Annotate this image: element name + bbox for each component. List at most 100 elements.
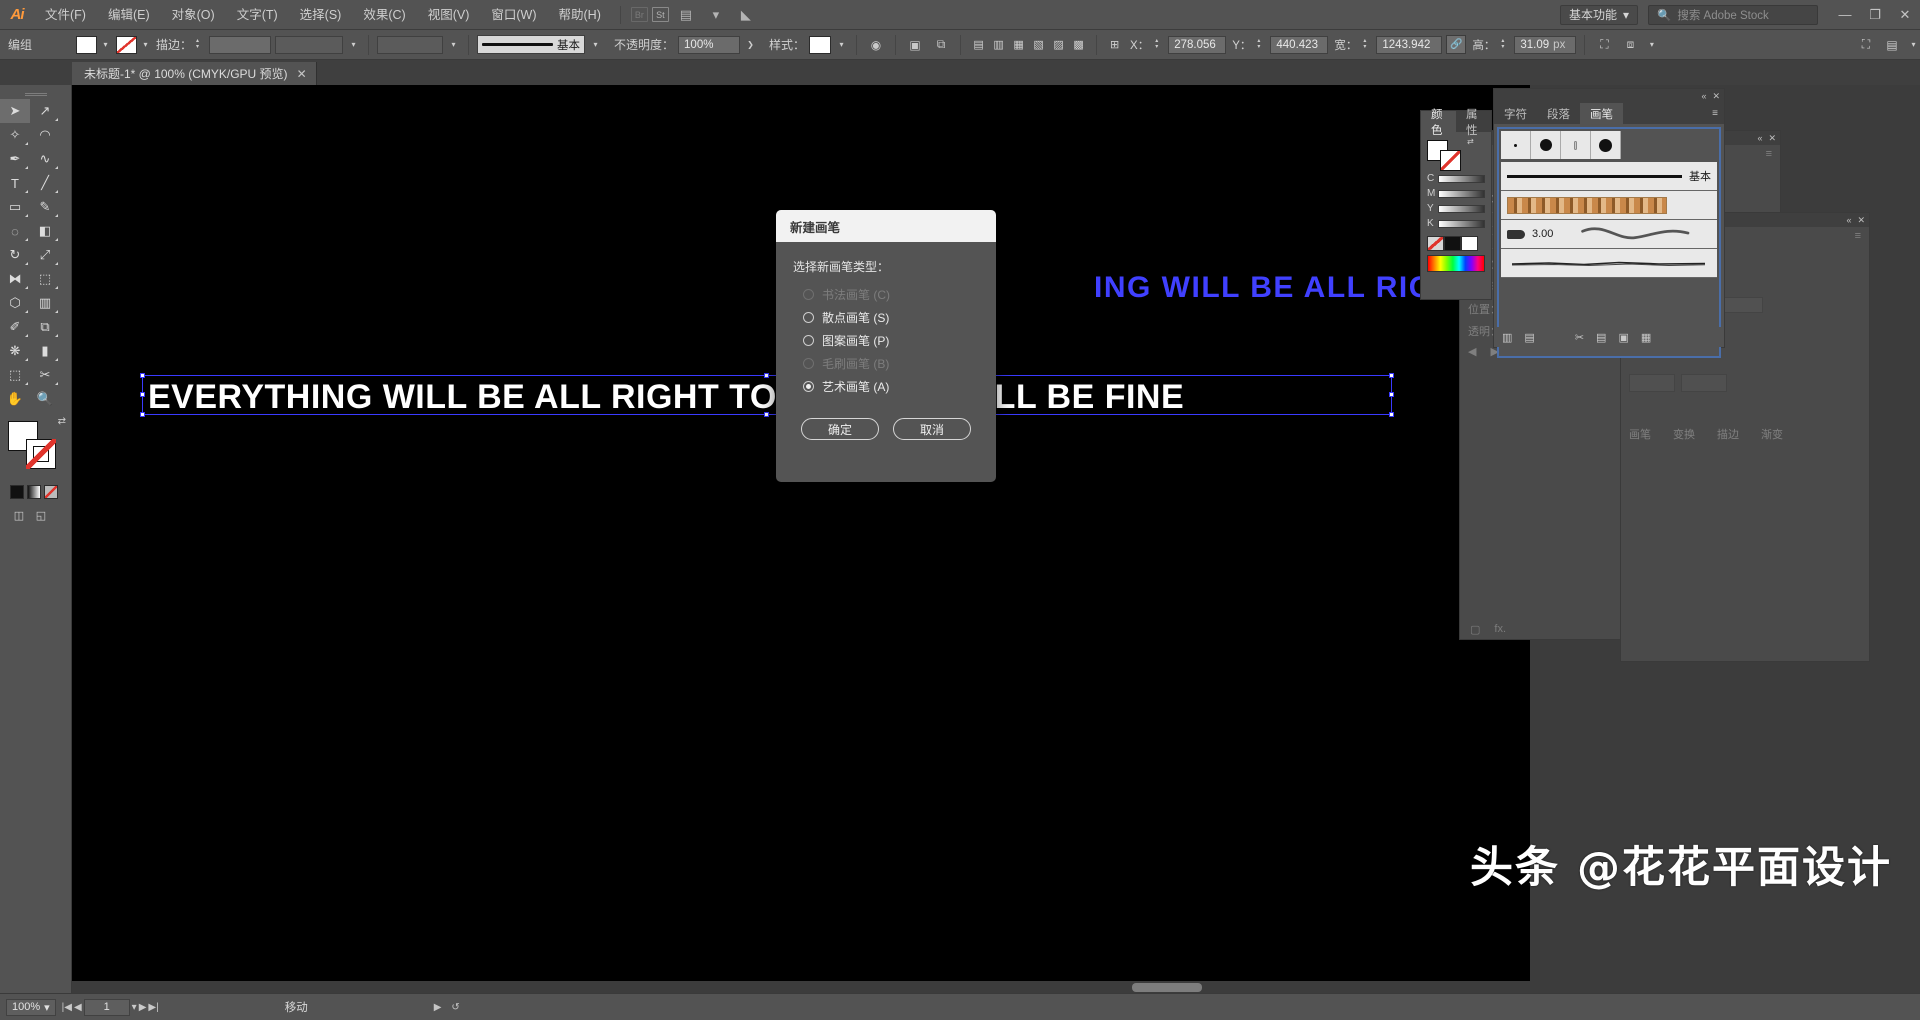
cancel-button[interactable]: 取消: [893, 418, 971, 440]
none-swatch-icon[interactable]: [44, 485, 58, 499]
brush-libraries-icon[interactable]: ▥: [1502, 331, 1512, 344]
brush-item-pattern[interactable]: [1501, 191, 1717, 220]
chevron-down-icon[interactable]: ▾: [99, 36, 112, 54]
tools-panel-grip[interactable]: [0, 89, 71, 99]
menu-select[interactable]: 选择(S): [289, 0, 353, 30]
menu-type[interactable]: 文字(T): [226, 0, 289, 30]
current-tool-status[interactable]: 移动: [285, 999, 308, 1015]
stroke-profile-select[interactable]: [275, 35, 344, 54]
chevron-down-icon[interactable]: ▾: [447, 36, 460, 54]
radio-row-art-brush[interactable]: 艺术画笔 (A): [776, 375, 996, 398]
selection-handle[interactable]: [1389, 412, 1394, 417]
radio-pattern-brush[interactable]: [803, 335, 814, 346]
none-color-icon[interactable]: [1427, 236, 1444, 251]
minimize-button[interactable]: —: [1830, 0, 1860, 30]
close-icon[interactable]: ✕: [1768, 133, 1776, 144]
align-top-icon[interactable]: ▧: [1029, 35, 1048, 54]
width-stepper[interactable]: ▴ ▾: [1363, 38, 1372, 50]
fill-swatch[interactable]: [76, 35, 97, 54]
cyan-slider[interactable]: [1438, 174, 1485, 183]
artboard-number-input[interactable]: 1: [83, 998, 130, 1016]
reference-point-icon[interactable]: ⊞: [1105, 35, 1124, 54]
brush-item-basic[interactable]: 基本: [1501, 162, 1717, 191]
brush-item-bristle[interactable]: [1501, 249, 1717, 278]
color-spectrum-bar[interactable]: [1427, 255, 1485, 272]
width-input[interactable]: 1243.942: [1376, 35, 1443, 54]
chevron-down-icon[interactable]: ▾: [1645, 36, 1658, 54]
align-bottom-icon[interactable]: ▩: [1069, 35, 1088, 54]
chevron-down-icon[interactable]: ▾: [132, 1002, 137, 1013]
radio-row-scatter-brush[interactable]: 散点画笔 (S): [776, 306, 996, 329]
shaper-tool[interactable]: ◌: [0, 219, 30, 243]
loop-icon[interactable]: ↺: [451, 1002, 459, 1013]
artboard-tool[interactable]: ⬚: [0, 363, 30, 387]
fx-icon[interactable]: fx.: [1494, 623, 1506, 635]
panel-toggle-icon[interactable]: ▤: [1881, 35, 1903, 55]
align-controls[interactable]: ▤ ▥ ▦ ▧ ▨ ▩: [969, 35, 1088, 54]
curvature-tool[interactable]: ∿: [30, 147, 60, 171]
quick-actions-icon[interactable]: ◣: [733, 4, 759, 26]
eraser-tool[interactable]: ◧: [30, 219, 60, 243]
selection-handle[interactable]: [140, 412, 145, 417]
panel-menu-icon[interactable]: ≡: [1766, 148, 1772, 160]
tab-brushes[interactable]: 画笔: [1580, 103, 1623, 124]
stroke-weight-stepper[interactable]: ▴ ▾: [196, 38, 205, 50]
brush-definition-select[interactable]: 基本: [477, 35, 586, 54]
free-transform-tool[interactable]: ⬚: [30, 267, 60, 291]
paintbrush-tool[interactable]: ✎: [30, 195, 60, 219]
constrain-proportions-icon[interactable]: 🔗: [1446, 35, 1467, 54]
collapse-icon[interactable]: «: [1846, 215, 1851, 225]
menu-effect[interactable]: 效果(C): [352, 0, 416, 30]
shape-builder-tool[interactable]: ⬡: [0, 291, 30, 315]
swap-colors-icon[interactable]: ⇄: [1467, 137, 1474, 146]
selection-handle[interactable]: [140, 373, 145, 378]
collapse-icon[interactable]: «: [1757, 133, 1762, 143]
radio-scatter-brush[interactable]: [803, 312, 814, 323]
black-slider[interactable]: [1438, 219, 1485, 228]
close-icon[interactable]: ✕: [1857, 215, 1865, 226]
close-icon[interactable]: ✕: [1712, 91, 1720, 102]
stroke-swatch[interactable]: [116, 35, 137, 54]
align-panel-icon[interactable]: ⧈: [1619, 35, 1641, 55]
new-layer-icon[interactable]: ▢: [1470, 623, 1480, 636]
color-panel[interactable]: 颜色 属性 ⇄ C M Y K: [1420, 109, 1492, 300]
next-artboard-button[interactable]: ▶: [139, 1002, 147, 1013]
swap-fill-stroke-icon[interactable]: ⇄: [58, 416, 66, 427]
panel-menu-icon[interactable]: ≡: [1855, 230, 1861, 242]
x-stepper[interactable]: ▴ ▾: [1155, 38, 1164, 50]
selection-tool[interactable]: ➤: [0, 99, 30, 123]
misc-tab[interactable]: 变换: [1673, 426, 1695, 442]
workspace-switcher[interactable]: 基本功能 ▾: [1559, 4, 1638, 25]
brush-thumb-oval[interactable]: [1561, 131, 1591, 159]
zoom-level-select[interactable]: 100% ▾: [6, 998, 56, 1016]
scale-tool[interactable]: ⤢: [30, 243, 60, 267]
slice-tool[interactable]: ✂: [30, 363, 60, 387]
opacity-input[interactable]: 100%: [678, 35, 741, 54]
graphic-style-swatch[interactable]: [809, 35, 832, 54]
close-button[interactable]: ✕: [1890, 0, 1920, 30]
chevron-down-icon[interactable]: ▾: [589, 36, 602, 54]
y-stepper[interactable]: ▴ ▾: [1257, 38, 1266, 50]
restore-button[interactable]: ❐: [1860, 0, 1890, 30]
gradient-tool[interactable]: ▥: [30, 291, 60, 315]
color-fill-stroke-control[interactable]: [1427, 137, 1463, 171]
align-left-icon[interactable]: ▤: [969, 35, 988, 54]
libraries-panel-icon[interactable]: ▤: [1524, 331, 1534, 344]
fill-stroke-control[interactable]: ⇄: [6, 416, 66, 477]
column-graph-tool[interactable]: ▮: [30, 339, 60, 363]
transform-icon[interactable]: ⛶: [1593, 35, 1615, 55]
menu-file[interactable]: 文件(F): [34, 0, 97, 30]
stroke-weight-input[interactable]: [209, 35, 272, 54]
variable-width-profile[interactable]: [377, 35, 444, 54]
bridge-icon[interactable]: Br: [630, 7, 648, 22]
chevron-down-icon[interactable]: ▾: [703, 4, 729, 26]
align-center-icon[interactable]: ▥: [989, 35, 1008, 54]
brushes-panel[interactable]: « ✕ 字符 段落 画笔 ≡ 基本 3.00 ▥ ▤ ✂ ▤ ▣ ▦: [1493, 88, 1725, 358]
misc-button[interactable]: [1681, 374, 1727, 392]
tab-properties[interactable]: 属性: [1456, 109, 1491, 137]
width-tool[interactable]: ⧓: [0, 267, 30, 291]
menu-view[interactable]: 视图(V): [417, 0, 481, 30]
stroke-color-control[interactable]: ▾: [116, 35, 152, 54]
menu-object[interactable]: 对象(O): [161, 0, 226, 30]
document-tab[interactable]: 未标题-1* @ 100% (CMYK/GPU 预览) ✕: [72, 62, 317, 85]
